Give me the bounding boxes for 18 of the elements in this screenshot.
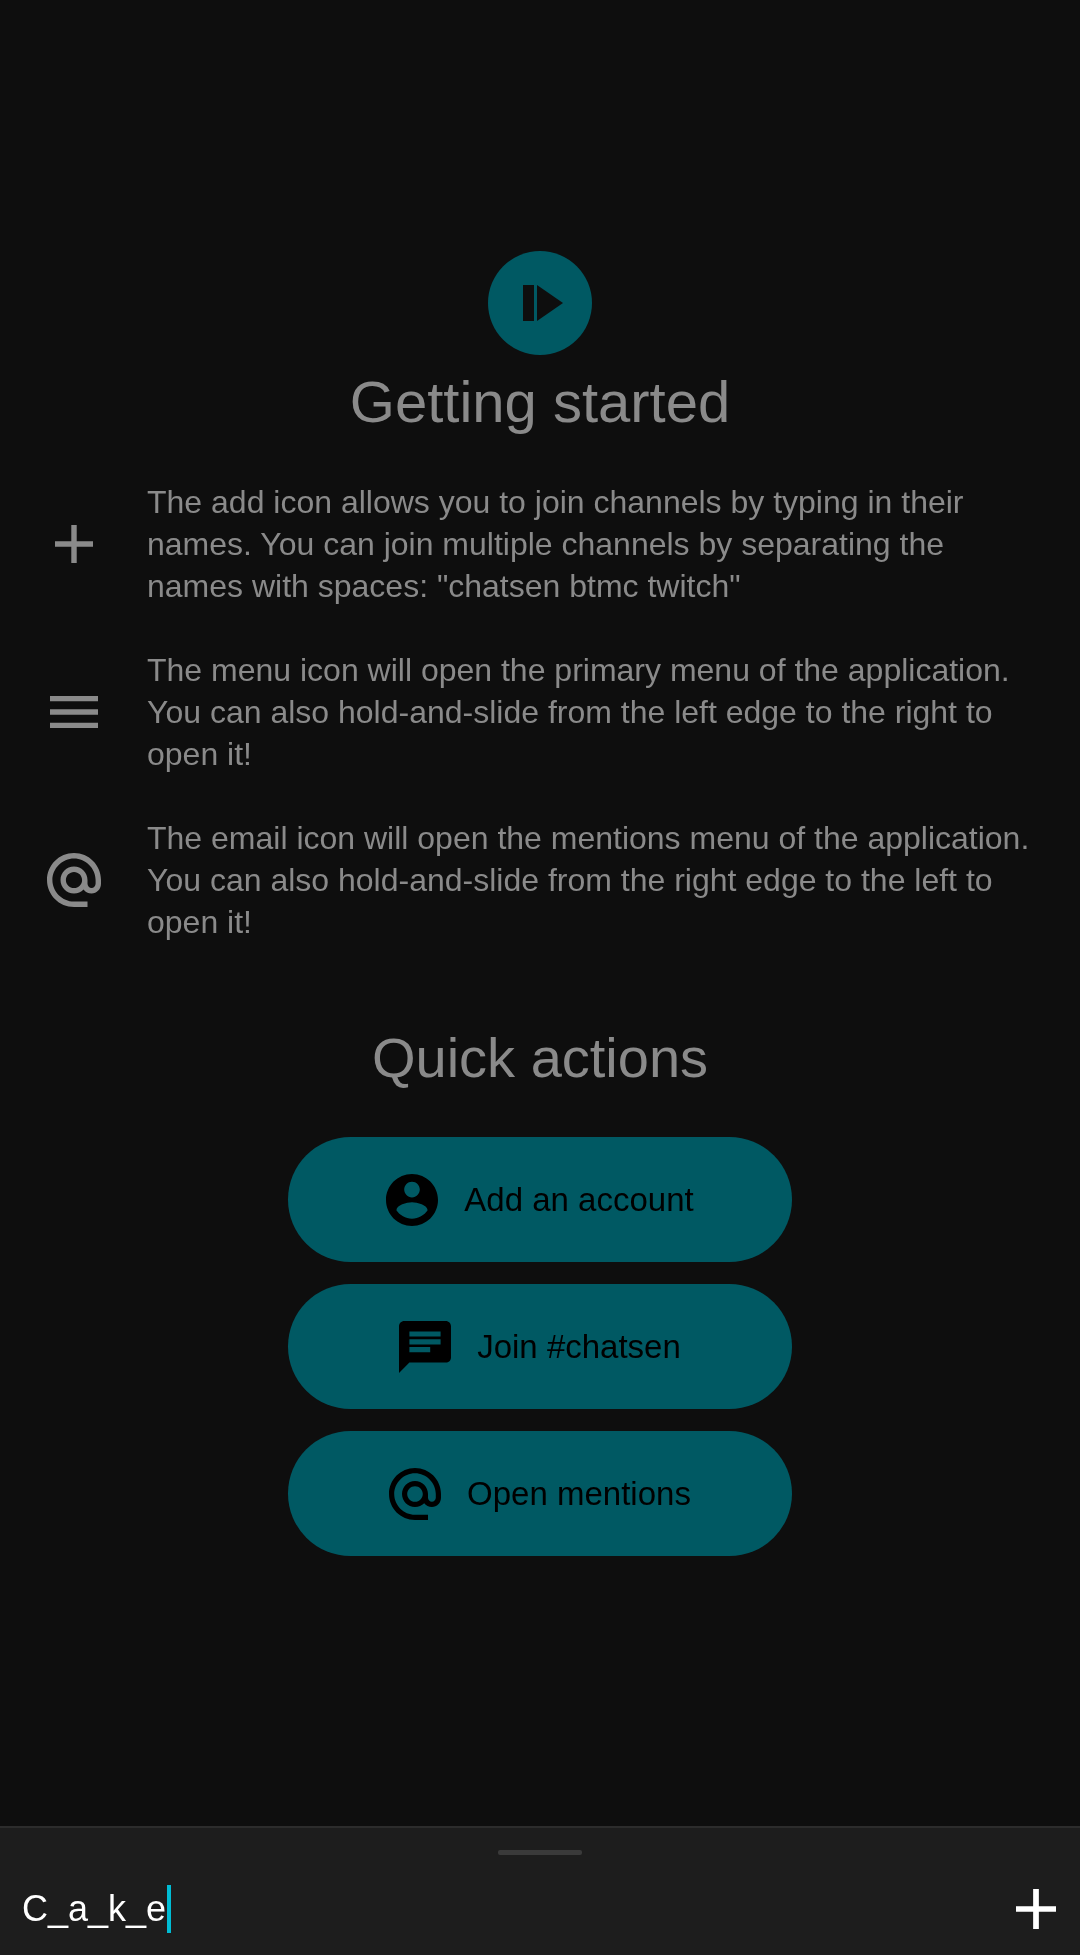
add-button[interactable] (1016, 1889, 1056, 1929)
menu-icon (49, 696, 98, 728)
chat-bubble-icon (399, 1320, 452, 1373)
play-logo-icon (488, 251, 592, 355)
quick-action-button[interactable]: Join #chatsen (288, 1284, 792, 1409)
quick-action-button[interactable]: Open mentions (288, 1431, 792, 1556)
drag-handle[interactable] (498, 1850, 582, 1855)
plus-icon (54, 525, 93, 563)
message-field[interactable]: C_a_k_e (22, 1883, 172, 1935)
page-title: Getting started (349, 368, 731, 436)
tip-text: The menu icon will open the primary menu of the application. You can also hold-and-slide from the left edge to the right to open it! (147, 651, 1011, 774)
quick-action-button[interactable]: Add an account (288, 1137, 792, 1262)
at-sign-icon (46, 853, 101, 907)
section-title: Quick actions (371, 1025, 709, 1091)
tip-text: The email icon will open the mentions menu of the application. You can also hold-and-slide from the right edge to the left to open it! (147, 819, 1031, 942)
at-sign-icon (389, 1467, 442, 1520)
tip-text: The add icon allows you to join channels by typing in their names. You can join multiple channels by separating the names with spaces: "chatsen btmc twitch" (147, 483, 965, 606)
plus-icon (1016, 1889, 1056, 1929)
